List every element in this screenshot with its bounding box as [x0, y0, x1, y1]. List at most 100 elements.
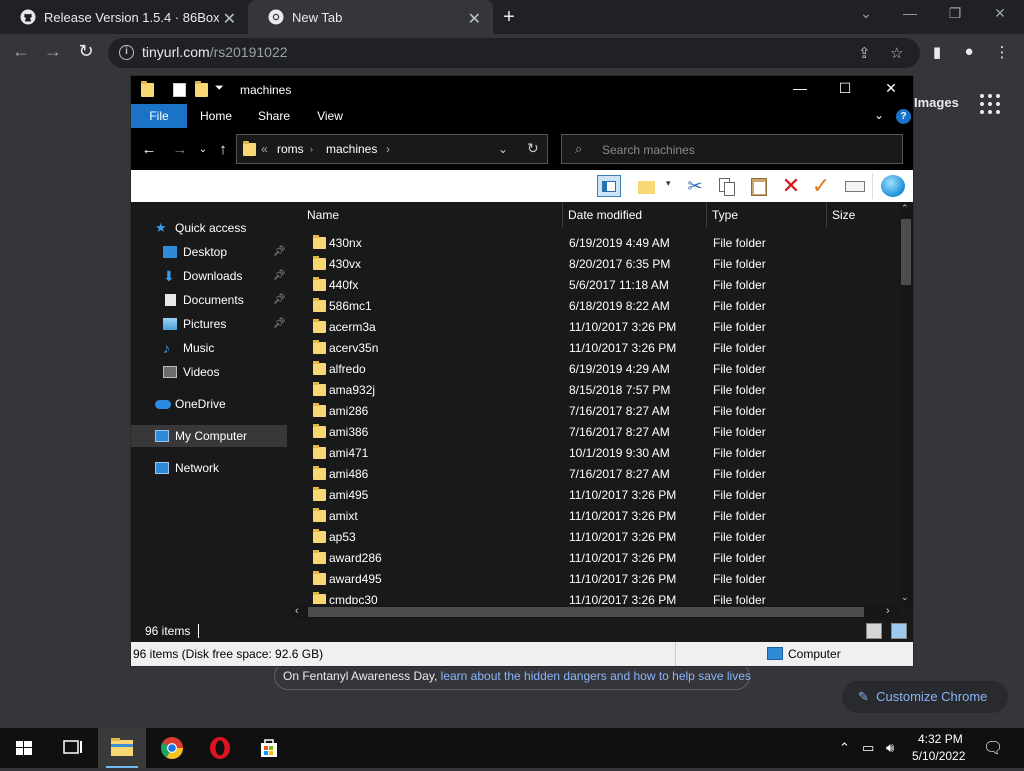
side-panel-icon[interactable]: ▮ — [927, 43, 947, 61]
paste-icon[interactable] — [747, 175, 771, 197]
scroll-down-arrow-icon[interactable]: ⌄ — [901, 592, 909, 603]
network-status-icon[interactable]: ▭ — [862, 740, 874, 756]
file-row[interactable]: 440fx 5/6/2017 11:18 AM File folder — [291, 275, 899, 296]
file-row[interactable]: 430nx 6/19/2019 4:49 AM File folder — [291, 233, 899, 254]
cut-icon[interactable]: ✂ — [683, 175, 707, 197]
nav-item-videos[interactable]: Videos — [163, 361, 287, 383]
close-window-icon[interactable]: ✕ — [876, 80, 906, 97]
customize-chrome-button[interactable]: ✎ Customize Chrome — [842, 681, 1008, 713]
nav-item-my-computer[interactable]: My Computer — [131, 425, 287, 447]
taskbar-opera[interactable] — [196, 728, 244, 768]
explorer-title-bar[interactable]: ⏷ machines — ☐ ✕ — [131, 76, 913, 104]
globe-icon[interactable] — [881, 175, 905, 197]
ribbon-tab-home[interactable]: Home — [191, 104, 241, 128]
notification-center-icon[interactable]: 🗨︎ — [983, 738, 1003, 758]
file-row[interactable]: ami286 7/16/2017 8:27 AM File folder — [291, 401, 899, 422]
back-arrow-icon[interactable]: ← — [10, 41, 32, 62]
task-view-button[interactable] — [48, 728, 96, 768]
column-header-name[interactable]: Name — [301, 202, 563, 228]
new-folder-icon[interactable] — [195, 81, 208, 97]
column-header-type[interactable]: Type — [706, 202, 826, 228]
file-row[interactable]: ami486 7/16/2017 8:27 AM File folder — [291, 464, 899, 485]
file-row[interactable]: amixt 11/10/2017 3:26 PM File folder — [291, 506, 899, 527]
vertical-scrollbar[interactable]: ⌃ ⌄ — [899, 202, 913, 606]
pin-icon[interactable]: 📌︎ — [273, 241, 286, 263]
file-row[interactable]: 586mc1 6/18/2019 8:22 AM File folder — [291, 296, 899, 317]
close-window-icon[interactable]: ✕ — [990, 5, 1010, 22]
volume-icon[interactable]: 🔊︎ — [886, 740, 894, 756]
maximize-icon[interactable]: ☐ — [830, 80, 860, 97]
breadcrumb-roms[interactable]: roms — [277, 142, 304, 156]
forward-arrow-icon[interactable]: → — [171, 141, 189, 158]
show-hidden-icons-chevron-icon[interactable]: ⌃ — [839, 740, 850, 756]
check-icon[interactable]: ✓ — [809, 175, 833, 197]
properties-icon[interactable] — [173, 83, 186, 97]
file-row[interactable]: 430vx 8/20/2017 6:35 PM File folder — [291, 254, 899, 275]
ribbon-tab-share[interactable]: Share — [249, 104, 299, 128]
back-arrow-icon[interactable]: ← — [140, 141, 158, 158]
minimize-icon[interactable]: — — [900, 5, 920, 21]
file-row[interactable]: award286 11/10/2017 3:26 PM File folder — [291, 548, 899, 569]
horizontal-scroll-thumb[interactable] — [308, 607, 864, 617]
preview-pane-icon[interactable] — [597, 175, 621, 197]
pin-icon[interactable]: 📌︎ — [273, 313, 286, 335]
file-row[interactable]: alfredo 6/19/2019 4:29 AM File folder — [291, 359, 899, 380]
breadcrumb-overflow[interactable]: « — [261, 142, 268, 156]
promo-link[interactable]: learn about the hidden dangers and how t… — [441, 669, 751, 683]
column-header-date-modified[interactable]: Date modified — [562, 202, 706, 228]
file-row[interactable]: acerv35n 11/10/2017 3:26 PM File folder — [291, 338, 899, 359]
delete-icon[interactable]: ✕ — [779, 175, 803, 197]
horizontal-scrollbar[interactable]: ‹ › — [291, 604, 899, 620]
breadcrumb-chevron-icon[interactable]: › — [310, 144, 313, 154]
pin-icon[interactable]: 📌︎ — [273, 289, 286, 311]
reload-icon[interactable]: ↻ — [75, 41, 97, 62]
clock-time[interactable]: 4:32 PM — [918, 732, 963, 746]
file-row[interactable]: ami495 11/10/2017 3:26 PM File folder — [291, 485, 899, 506]
address-history-chevron-icon[interactable]: ⌄ — [498, 142, 508, 156]
browser-tab-github[interactable]: Release Version 1.5.4 · 86Box/86Box ✕ — [0, 0, 248, 34]
file-row[interactable]: acerm3a 11/10/2017 3:26 PM File folder — [291, 317, 899, 338]
nav-item-pictures[interactable]: Pictures 📌︎ — [163, 313, 287, 335]
scroll-up-arrow-icon[interactable]: ⌃ — [901, 203, 909, 214]
column-header-size[interactable]: Size — [826, 202, 896, 228]
menu-dots-icon[interactable]: ⋮ — [992, 43, 1012, 61]
help-icon[interactable]: ? — [896, 109, 911, 124]
dropdown-chevron-icon[interactable]: ▾ — [666, 178, 671, 189]
file-row[interactable]: ap53 11/10/2017 3:26 PM File folder — [291, 527, 899, 548]
new-tab-button[interactable]: + — [498, 6, 520, 29]
nav-item-documents[interactable]: Documents 📌︎ — [163, 289, 287, 311]
forward-arrow-icon[interactable]: → — [42, 41, 64, 62]
file-row[interactable]: ami386 7/16/2017 8:27 AM File folder — [291, 422, 899, 443]
copy-icon[interactable] — [715, 175, 739, 197]
minimize-icon[interactable]: — — [785, 80, 815, 96]
details-view-icon[interactable] — [866, 623, 882, 639]
up-arrow-icon[interactable]: ↑ — [214, 141, 232, 158]
ribbon-tab-view[interactable]: View — [305, 104, 355, 128]
share-icon[interactable]: ⇪ — [858, 44, 871, 62]
refresh-icon[interactable]: ↻ — [527, 140, 539, 157]
file-row[interactable]: ama932j 8/15/2018 7:57 PM File folder — [291, 380, 899, 401]
pin-icon[interactable]: 📌︎ — [273, 265, 286, 287]
close-tab-icon[interactable]: ✕ — [468, 9, 481, 29]
taskbar-chrome[interactable] — [148, 728, 196, 768]
address-bar[interactable]: i tinyurl.com/rs20191022 ⇪ ☆ — [108, 38, 920, 68]
taskbar-microsoft-store[interactable] — [245, 728, 293, 768]
new-folder-icon[interactable] — [635, 175, 659, 197]
google-apps-icon[interactable] — [980, 94, 1000, 114]
expand-ribbon-chevron-icon[interactable]: ⌄ — [874, 108, 884, 122]
file-row[interactable]: ami471 10/1/2019 9:30 AM File folder — [291, 443, 899, 464]
ribbon-tab-file[interactable]: File — [131, 104, 187, 128]
file-row[interactable]: award495 11/10/2017 3:26 PM File folder — [291, 569, 899, 590]
nav-item-network[interactable]: Network — [155, 457, 285, 479]
nav-item-quick-access[interactable]: ★ Quick access — [155, 217, 285, 239]
recent-locations-chevron-icon[interactable]: ⌄ — [194, 144, 212, 155]
rename-icon[interactable] — [843, 175, 867, 197]
nav-item-downloads[interactable]: ⬇ Downloads 📌︎ — [163, 265, 287, 287]
browser-tab-new-tab[interactable]: New Tab ✕ — [248, 0, 493, 34]
clock-date[interactable]: 5/10/2022 — [912, 749, 965, 763]
vertical-scroll-thumb[interactable] — [901, 219, 911, 285]
nav-item-music[interactable]: ♪ Music — [163, 337, 287, 359]
url-text[interactable]: tinyurl.com/rs20191022 — [142, 44, 288, 60]
scroll-right-arrow-icon[interactable]: › — [886, 605, 890, 617]
search-machines-input[interactable]: ⌕ Search machines — [561, 134, 903, 164]
